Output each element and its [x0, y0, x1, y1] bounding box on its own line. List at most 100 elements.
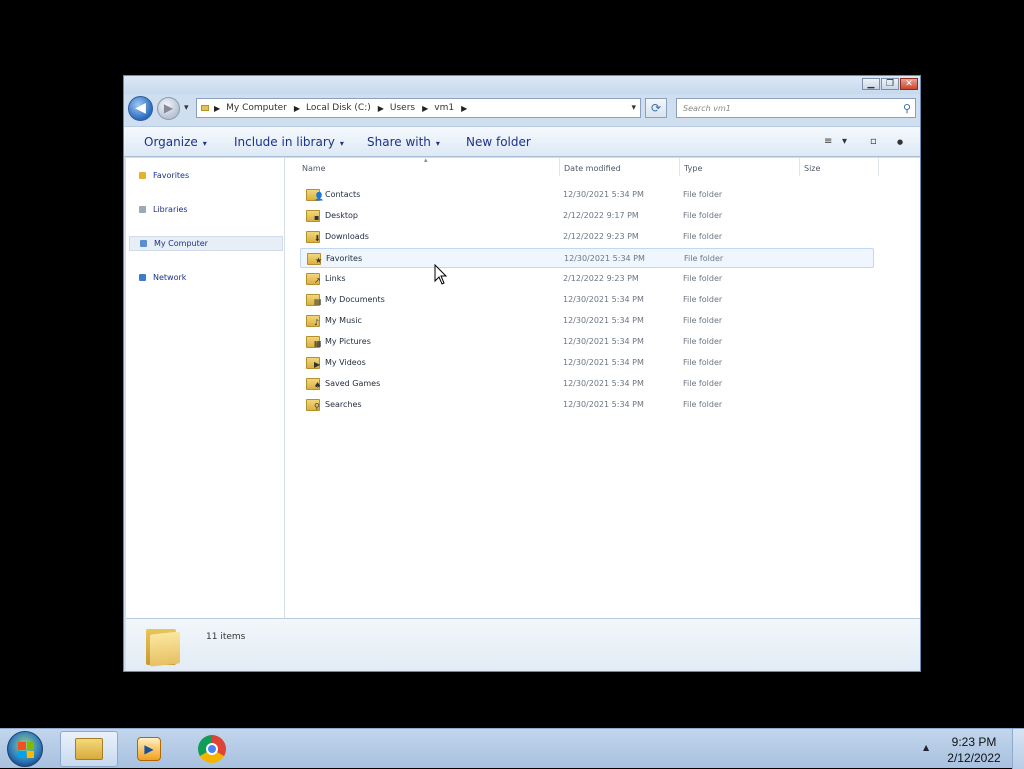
breadcrumb-users[interactable]: Users	[390, 103, 415, 113]
table-row[interactable]: ♪ My Music 12/30/2021 5:34 PM File folder	[300, 311, 874, 331]
file-date-modified: 12/30/2021 5:34 PM	[563, 400, 644, 409]
sidebar-item-label: Libraries	[153, 205, 188, 214]
media-player-icon: ▶	[137, 737, 161, 761]
chrome-icon	[198, 735, 226, 763]
search-input[interactable]: Search vm1 ⚲	[676, 98, 916, 118]
column-header-name[interactable]: Name	[302, 164, 326, 173]
sidebar-item-label: My Computer	[154, 239, 208, 248]
file-name: My Videos	[325, 358, 366, 367]
show-hidden-icons-button[interactable]: ▲	[923, 743, 929, 752]
file-date-modified: 2/12/2022 9:23 PM	[563, 274, 639, 283]
start-button[interactable]	[7, 731, 43, 767]
search-icon[interactable]: ⚲	[903, 102, 911, 115]
show-desktop-button[interactable]	[1012, 729, 1024, 769]
back-button[interactable]: ◀	[128, 96, 153, 121]
taskbar-explorer[interactable]	[60, 731, 118, 767]
folder-badge-icon: ⬇	[314, 234, 321, 243]
preview-pane-icon[interactable]: ▫	[870, 136, 877, 147]
folder-badge-icon: ↗	[314, 276, 321, 285]
address-dropdown-icon[interactable]: ▾	[631, 103, 636, 113]
folder-icon	[146, 625, 180, 667]
file-date-modified: 12/30/2021 5:34 PM	[563, 337, 644, 346]
maximize-button[interactable]: ❐	[881, 78, 899, 90]
table-row[interactable]: ▪ Desktop 2/12/2022 9:17 PM File folder	[300, 206, 874, 226]
item-count: 11 items	[206, 632, 246, 642]
column-divider[interactable]	[799, 158, 800, 176]
organize-button[interactable]: Organize ▾	[144, 135, 207, 149]
file-date-modified: 12/30/2021 5:34 PM	[564, 254, 645, 263]
chevron-right-icon[interactable]: ▶	[214, 104, 220, 113]
folder-badge-icon: ▤	[314, 297, 322, 306]
chevron-right-icon[interactable]: ▶	[461, 104, 467, 113]
system-clock[interactable]: 9:23 PM 2/12/2022	[944, 734, 1004, 766]
sidebar-item-network[interactable]: Network	[129, 270, 283, 285]
table-row[interactable]: 👤 Contacts 12/30/2021 5:34 PM File folder	[300, 185, 874, 205]
title-bar[interactable]: ▁ ❐ ✕	[124, 76, 920, 94]
windows-logo-icon	[18, 742, 34, 758]
column-divider[interactable]	[878, 158, 879, 176]
table-row[interactable]: ⬇ Downloads 2/12/2022 9:23 PM File folder	[300, 227, 874, 247]
share-with-button[interactable]: Share with ▾	[367, 135, 440, 149]
file-date-modified: 2/12/2022 9:23 PM	[563, 232, 639, 241]
folder-badge-icon: ★	[315, 256, 323, 265]
file-type: File folder	[683, 358, 723, 367]
close-button[interactable]: ✕	[900, 78, 918, 90]
file-type: File folder	[683, 400, 723, 409]
file-type: File folder	[683, 211, 723, 220]
refresh-button[interactable]: ⟳	[645, 98, 667, 118]
table-row[interactable]: ★ Favorites 12/30/2021 5:34 PM File folder	[300, 248, 874, 268]
file-type: File folder	[683, 190, 723, 199]
forward-button[interactable]: ▶	[157, 97, 180, 120]
table-row[interactable]: ↗ Links 2/12/2022 9:23 PM File folder	[300, 269, 874, 289]
file-name: Contacts	[325, 190, 361, 199]
command-bar: Organize ▾ Include in library ▾ Share with…	[124, 126, 920, 157]
breadcrumb-local-disk[interactable]: Local Disk (C:)	[306, 103, 371, 113]
table-row[interactable]: ▤ My Documents 12/30/2021 5:34 PM File fold…	[300, 290, 874, 310]
taskbar-media-player[interactable]: ▶	[120, 731, 178, 767]
column-divider[interactable]	[679, 158, 680, 176]
breadcrumb-vm1[interactable]: vm1	[434, 103, 454, 113]
navigation-pane: Favorites Libraries My Computer Network	[126, 158, 285, 618]
help-icon[interactable]: ●	[897, 138, 903, 146]
change-view-icon[interactable]: ≡	[824, 136, 832, 147]
sort-ascending-icon: ▴	[424, 156, 428, 164]
chevron-right-icon[interactable]: ▶	[294, 104, 300, 113]
file-type: File folder	[684, 254, 724, 263]
table-row[interactable]: ⚲ Searches 12/30/2021 5:34 PM File folder	[300, 395, 874, 415]
details-pane: 11 items	[126, 618, 920, 671]
column-header-size[interactable]: Size	[804, 164, 820, 173]
file-name: Downloads	[325, 232, 369, 241]
sidebar-item-label: Favorites	[153, 171, 190, 180]
column-header-date-modified[interactable]: Date modified	[564, 164, 621, 173]
sidebar-item-libraries[interactable]: Libraries	[129, 202, 283, 217]
clock-date: 2/12/2022	[947, 751, 1001, 765]
minimize-button[interactable]: ▁	[862, 78, 880, 90]
file-date-modified: 12/30/2021 5:34 PM	[563, 358, 644, 367]
new-folder-button[interactable]: New folder	[466, 135, 531, 149]
address-bar[interactable]: ▶ My Computer ▶ Local Disk (C:) ▶ Users …	[196, 98, 641, 118]
sidebar-item-my-computer[interactable]: My Computer	[129, 236, 283, 251]
navigation-row: ◀ ▶ ▾ ▶ My Computer ▶ Local Disk (C:) ▶ …	[124, 94, 920, 124]
view-options-dropdown[interactable]: ▾	[842, 136, 847, 147]
sidebar-item-favorites[interactable]: Favorites	[129, 168, 283, 183]
file-date-modified: 12/30/2021 5:34 PM	[563, 295, 644, 304]
chevron-right-icon[interactable]: ▶	[378, 104, 384, 113]
folder-badge-icon: ▪	[314, 213, 320, 222]
column-header-type[interactable]: Type	[684, 164, 702, 173]
table-row[interactable]: ♠ Saved Games 12/30/2021 5:34 PM File folde…	[300, 374, 874, 394]
breadcrumb-my-computer[interactable]: My Computer	[226, 103, 287, 113]
computer-icon	[140, 240, 147, 247]
column-divider[interactable]	[559, 158, 560, 176]
chevron-down-icon: ▾	[202, 139, 207, 148]
file-date-modified: 2/12/2022 9:17 PM	[563, 211, 639, 220]
folder-icon	[201, 105, 209, 111]
table-row[interactable]: ▶ My Videos 12/30/2021 5:34 PM File folder	[300, 353, 874, 373]
file-date-modified: 12/30/2021 5:34 PM	[563, 190, 644, 199]
file-type: File folder	[683, 274, 723, 283]
chevron-right-icon[interactable]: ▶	[422, 104, 428, 113]
file-name: Saved Games	[325, 379, 381, 388]
recent-pages-dropdown[interactable]: ▾	[184, 103, 189, 113]
taskbar-chrome[interactable]	[183, 731, 241, 767]
table-row[interactable]: ▦ My Pictures 12/30/2021 5:34 PM File folde…	[300, 332, 874, 352]
include-in-library-button[interactable]: Include in library ▾	[234, 135, 344, 149]
